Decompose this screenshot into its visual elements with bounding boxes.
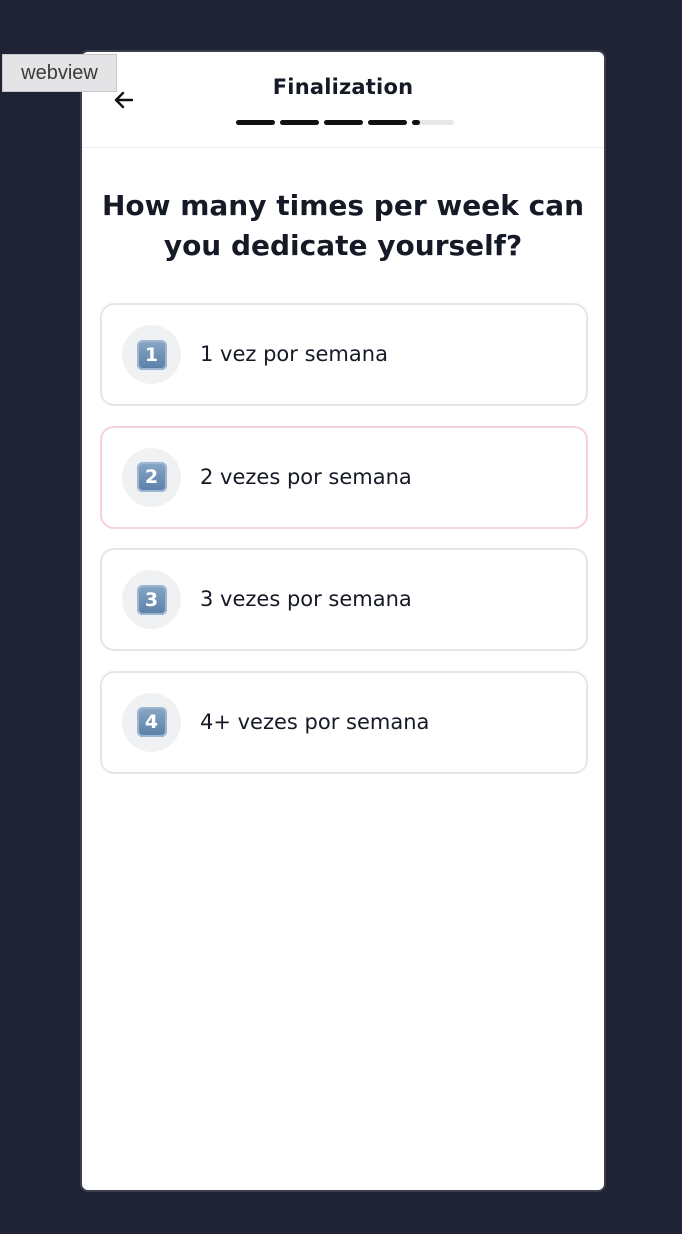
header: Finalization	[82, 52, 604, 148]
app-frame: Finalization How many times per week can…	[80, 50, 606, 1192]
option-label: 3 vezes por semana	[200, 587, 412, 611]
keycap-4-icon: 4	[136, 707, 167, 737]
progress-segment-5-fill	[412, 120, 420, 125]
option-4-plus-per-week[interactable]: 4 4+ vezes por semana	[100, 670, 588, 774]
option-icon-circle: 2	[122, 447, 181, 507]
keycap-3-icon: 3	[136, 584, 167, 615]
progress-segment-3	[324, 120, 363, 125]
progress-segment-1	[236, 120, 275, 125]
option-label: 2 vezes por semana	[200, 464, 412, 489]
progress-segment-4	[368, 120, 407, 125]
question-heading: How many times per week can you dedicate…	[101, 189, 585, 262]
option-icon-circle: 3	[122, 570, 181, 629]
option-3-per-week[interactable]: 3 3 vezes por semana	[100, 548, 588, 651]
option-label: 1 vez por semana	[200, 342, 388, 366]
progress-segment-2	[280, 120, 319, 125]
option-icon-circle: 4	[122, 692, 181, 752]
keycap-1-icon: 1	[136, 339, 167, 370]
option-icon-circle: 1	[122, 325, 181, 384]
keycap-2-icon: 2	[136, 462, 167, 492]
page-title: Finalization	[272, 75, 414, 99]
options-list: 1 1 vez por semana 2 2 vezes por semana …	[100, 303, 588, 793]
option-1-per-week[interactable]: 1 1 vez por semana	[100, 303, 588, 406]
option-2-per-week[interactable]: 2 2 vezes por semana	[100, 425, 588, 529]
progress-bar	[236, 120, 454, 126]
option-label: 4+ vezes por semana	[200, 709, 430, 734]
webview-tag: webview	[2, 54, 117, 92]
